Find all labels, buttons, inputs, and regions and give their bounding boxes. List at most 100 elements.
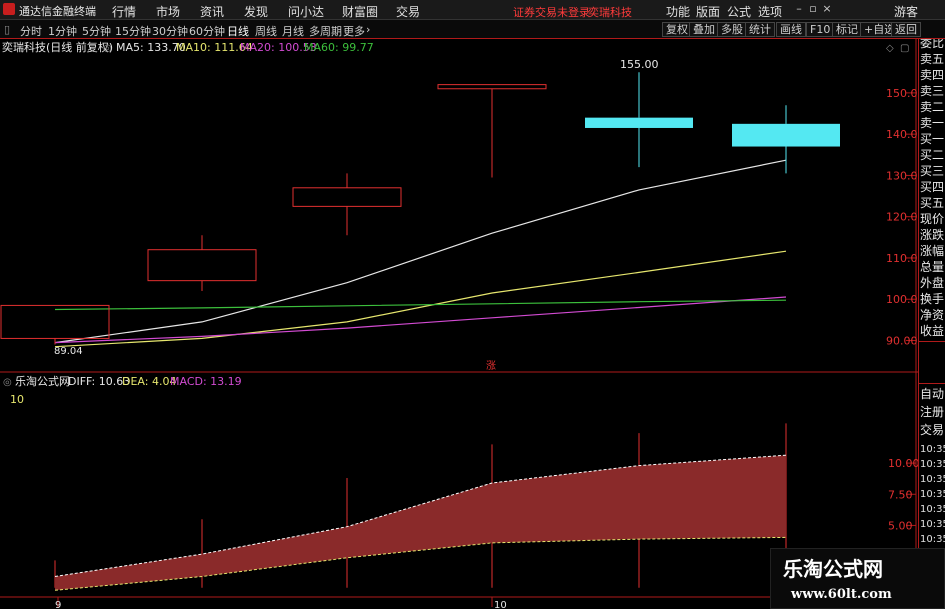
side-item[interactable]: 买三 xyxy=(920,162,944,179)
side-trade[interactable]: 交易 xyxy=(920,421,944,438)
price-tick-label: 90.00 xyxy=(886,334,918,347)
price-tick-label: 130.00 xyxy=(886,169,918,182)
candles xyxy=(0,72,840,345)
side-register[interactable]: 注册 xyxy=(920,403,944,420)
side-item[interactable]: 买二 xyxy=(920,146,944,163)
macd-tick-label: 10.00 xyxy=(888,457,918,470)
macd-macd-value: MACD: 13.19 xyxy=(170,375,242,388)
side-item[interactable]: 买四 xyxy=(920,178,944,195)
side-item[interactable]: 卖三 xyxy=(920,82,944,99)
period-fenshi[interactable]: 分时 xyxy=(20,23,42,39)
ma-line-ma5 xyxy=(54,159,787,344)
tick-time: 10:35 xyxy=(920,534,945,545)
menu-shichang[interactable]: 市场 xyxy=(156,3,180,20)
side-item[interactable]: 卖四 xyxy=(920,66,944,83)
toolbar-grip-icon: ▯ xyxy=(4,23,11,36)
diejia-button[interactable]: 叠加 xyxy=(689,22,719,37)
side-item[interactable]: 外盘 xyxy=(920,274,944,291)
tick-time: 10:35 xyxy=(920,519,945,530)
side-item[interactable]: 收益 xyxy=(920,322,944,339)
fuquan-button[interactable]: 复权 xyxy=(662,22,692,37)
side-item[interactable]: 卖五 xyxy=(920,50,944,67)
period-more[interactable]: 更多 xyxy=(343,23,365,39)
maximize-icon[interactable]: ▢ xyxy=(900,43,909,54)
chart-area[interactable]: 奕瑞科技(日线 前复权) ◎ MA5: 133.70 MA10: 111.64 … xyxy=(0,39,918,609)
duogu-button[interactable]: 多股 xyxy=(717,22,747,37)
side-item[interactable]: 净资 xyxy=(920,306,944,323)
price-tick-label: 100.00 xyxy=(886,293,918,306)
menu-caifuquan[interactable]: 财富圈 xyxy=(342,3,378,20)
back-button[interactable]: 返回 xyxy=(891,22,921,37)
watermark-url: www.60lt.com xyxy=(791,587,892,602)
menu-zixun[interactable]: 资讯 xyxy=(200,3,224,20)
macd-diff-value: DIFF: 10.63 xyxy=(68,375,130,388)
period-monthly[interactable]: 月线 xyxy=(282,23,304,39)
side-divider xyxy=(919,341,945,342)
period-60min[interactable]: 60分钟 xyxy=(189,23,225,39)
menu-wenxiaoda[interactable]: 问小达 xyxy=(288,3,324,20)
high-price-label: 155.00 xyxy=(620,58,659,71)
huaxian-button[interactable]: 画线 xyxy=(776,22,806,37)
macd-indicator-name: 乐淘公式网 xyxy=(15,375,70,388)
side-item[interactable]: 买五 xyxy=(920,194,944,211)
period-1min[interactable]: 1分钟 xyxy=(48,23,77,39)
side-item[interactable]: 换手 xyxy=(920,290,944,307)
current-stock-name: 奕瑞科技 xyxy=(588,6,632,19)
side-item[interactable]: 涨跌 xyxy=(920,226,944,243)
candle-body xyxy=(292,187,402,207)
legend-settings-icon[interactable]: ◎ xyxy=(103,43,112,54)
tick-time: 10:35 xyxy=(920,489,945,500)
macd-tick-label: 7.50 xyxy=(888,488,913,501)
macd-area xyxy=(54,423,787,591)
minimize-icon[interactable]: – xyxy=(792,2,806,16)
side-item[interactable]: 卖二 xyxy=(920,98,944,115)
ma-line-ma20 xyxy=(54,296,787,344)
period-5min[interactable]: 5分钟 xyxy=(82,23,111,39)
price-tick-label: 120.00 xyxy=(886,211,918,224)
side-item[interactable]: 涨幅 xyxy=(920,242,944,259)
expand-icon[interactable]: ◇ xyxy=(886,43,894,54)
x-label-10: 10 xyxy=(494,600,507,609)
period-multi[interactable]: 多周期 xyxy=(309,23,342,39)
macd-settings-icon[interactable]: ◎ xyxy=(3,377,12,388)
ma-lines xyxy=(54,159,787,348)
period-15min[interactable]: 15分钟 xyxy=(115,23,151,39)
menu-banmian[interactable]: 版面 xyxy=(696,3,720,20)
restore-icon[interactable]: ▫ xyxy=(806,2,820,16)
menu-jiaoyi[interactable]: 交易 xyxy=(396,3,420,20)
side-item[interactable]: 现价 xyxy=(920,210,944,227)
f10-button[interactable]: F10 xyxy=(806,22,835,37)
side-item[interactable]: 总量 xyxy=(920,258,944,275)
close-icon[interactable]: × xyxy=(820,2,834,16)
biaoji-button[interactable]: 标记 xyxy=(832,22,862,37)
app-title: 通达信金融终端 xyxy=(19,5,96,18)
menu-gongshi[interactable]: 公式 xyxy=(727,3,751,20)
macd-axis: 5.00 7.50 10.00 xyxy=(888,457,918,532)
side-item[interactable]: 卖一 xyxy=(920,114,944,131)
period-weekly[interactable]: 周线 xyxy=(255,23,277,39)
tick-time: 10:35 xyxy=(920,444,945,455)
side-auto[interactable]: 自动 xyxy=(920,385,944,402)
login-status[interactable]: 证券交易未登录 xyxy=(513,4,590,20)
menu-faxian[interactable]: 发现 xyxy=(244,3,268,20)
tongji-button[interactable]: 统计 xyxy=(745,22,775,37)
quote-side-panel: KR 委比卖五卖四卖三卖二卖一买一买二买三买四买五现价涨跌涨幅总量外盘换手净资收… xyxy=(918,39,945,609)
macd-dea-value: DEA: 4.04 xyxy=(122,375,176,388)
period-daily[interactable]: 日线 xyxy=(227,23,249,39)
price-axis: 90.00 100.00 110.00 120.00 130.00 140.00 150.0… xyxy=(886,87,918,348)
period-toolbar: ▯ 分时 1分钟 5分钟 15分钟 30分钟 60分钟 日线 周线 月线 多周期… xyxy=(0,20,945,39)
side-item[interactable]: 买一 xyxy=(920,130,944,147)
menu-gongneng[interactable]: 功能 xyxy=(666,3,690,20)
menu-hangqing[interactable]: 行情 xyxy=(112,3,136,20)
user-guest[interactable]: 游客 xyxy=(894,3,918,20)
watermark: 乐淘公式网 www.60lt.com xyxy=(770,548,945,609)
tick-time: 10:35 xyxy=(920,459,945,470)
ma-line-ma10 xyxy=(54,250,787,348)
menu-xuanxiang[interactable]: 选项 xyxy=(758,3,782,20)
low-price-label: 89.04 xyxy=(54,346,83,357)
app-logo-icon xyxy=(3,3,15,15)
candle-body xyxy=(732,123,840,147)
more-chevron-icon[interactable]: › xyxy=(366,23,370,36)
period-30min[interactable]: 30分钟 xyxy=(152,23,188,39)
zhang-marker: 涨 xyxy=(486,360,496,372)
